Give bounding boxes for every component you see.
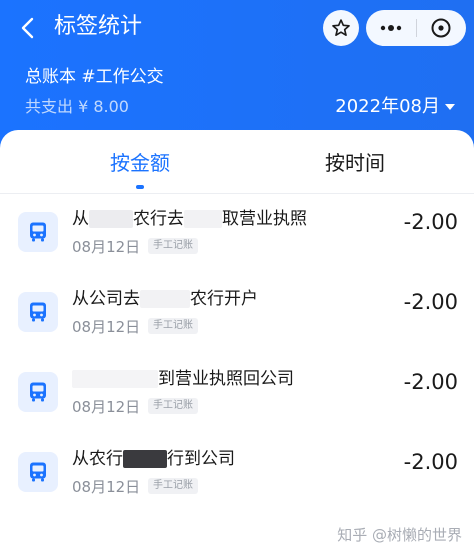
bus-icon [30,462,46,482]
record-description-part: 到营业执照回公司 [158,369,294,389]
record-description-part: 取营业执照 [222,209,307,229]
record-tag: 手工记账 [148,318,198,334]
record-amount: -2.00 [403,450,458,474]
record-date: 08月12日 [72,238,141,256]
record-description-part: 行到公司 [167,449,235,469]
record-amount: -2.00 [403,210,458,234]
record-description-part: 农行去 [133,209,184,229]
list-item[interactable]: 从公司去 农行开户 08月12日 手工记账 -2.00 [0,274,474,354]
redaction [72,370,158,388]
record-description-part: 从 [72,209,89,229]
back-button[interactable] [10,10,46,46]
redaction [184,210,222,228]
favorite-button[interactable] [323,10,359,46]
content-sheet: 按金额 按时间 从 农行去 取营业执照 08月12日 手工记账 -2.00 从公司… [0,130,474,555]
page-title: 标签统计 [54,14,143,39]
star-icon [332,19,350,37]
month-selector[interactable]: 2022年08月 [335,95,456,119]
bus-icon [30,382,46,402]
record-description-part: 农行开户 [190,289,258,309]
category-icon-box [18,292,58,332]
bus-icon [30,222,46,242]
list-item[interactable]: 从农行 行到公司 08月12日 手工记账 -2.00 [0,434,474,514]
category-icon-box [18,372,58,412]
record-amount: -2.00 [403,290,458,314]
category-icon-box [18,212,58,252]
tab-by-amount[interactable]: 按金额 [90,150,190,176]
record-date: 08月12日 [72,318,141,336]
record-description: 到营业执照回公司 [72,367,294,391]
mini-program-capsule [366,10,466,46]
list-item[interactable]: 从 农行去 取营业执照 08月12日 手工记账 -2.00 [0,194,474,274]
record-date: 08月12日 [72,478,141,496]
record-description: 从公司去 农行开户 [72,287,258,311]
bus-icon [30,302,46,322]
record-date: 08月12日 [72,398,141,416]
month-label: 2022年08月 [335,96,440,117]
record-tag: 手工记账 [148,398,198,414]
record-amount: -2.00 [403,370,458,394]
redaction [89,210,133,228]
tab-by-time[interactable]: 按时间 [305,150,405,176]
record-tag: 手工记账 [148,238,198,254]
watermark: 知乎 @树懒的世界 [337,526,462,544]
triangle-down-icon [445,104,455,110]
redaction [140,290,190,308]
record-tag: 手工记账 [148,478,198,494]
sort-tabs: 按金额 按时间 [0,130,474,194]
record-list: 从 农行去 取营业执照 08月12日 手工记账 -2.00 从公司去 农行开户 08月… [0,194,474,514]
record-description-part: 从公司去 [72,289,140,309]
book-name: 总账本 #工作公交 [25,67,164,87]
record-description: 从农行 行到公司 [72,447,235,471]
category-icon-box [18,452,58,492]
more-dots-icon [380,25,401,31]
close-button[interactable] [416,10,466,46]
active-tab-indicator [136,185,144,189]
record-description-part: 从农行 [72,449,123,469]
chevron-left-icon [21,17,34,39]
top-bar: 标签统计 [0,0,474,56]
close-circle-icon [431,18,451,38]
more-button[interactable] [366,10,416,46]
redaction [123,450,167,468]
total-expense: 共支出 ¥ 8.00 [25,97,129,116]
record-description: 从 农行去 取营业执照 [72,207,307,231]
list-item[interactable]: 到营业执照回公司 08月12日 手工记账 -2.00 [0,354,474,434]
